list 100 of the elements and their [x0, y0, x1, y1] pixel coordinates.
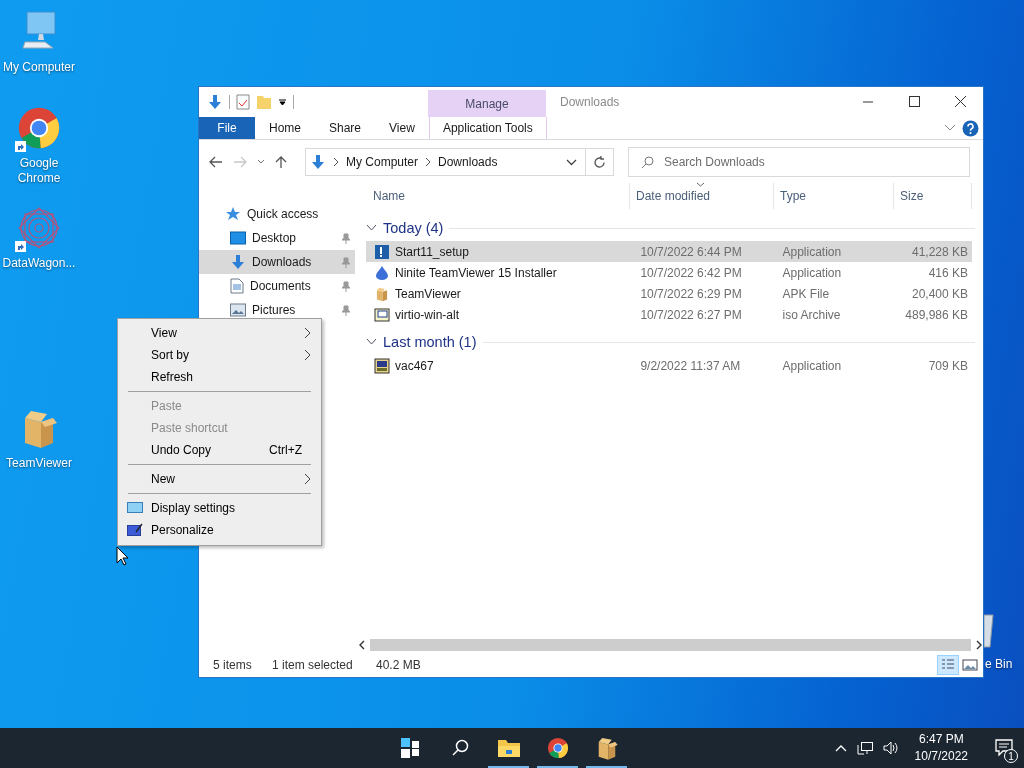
drop-icon	[374, 264, 390, 281]
properties-icon[interactable]	[236, 94, 250, 110]
table-cell-text: 10/7/2022 6:29 PM	[639, 286, 743, 301]
chevron-down-icon[interactable]	[566, 158, 577, 166]
start-icon[interactable]	[400, 738, 421, 758]
chrome-icon[interactable]	[17, 106, 61, 150]
chrome-icon[interactable]	[546, 737, 569, 759]
cursor-icon	[116, 546, 129, 566]
ribbon-tab[interactable]: Home	[255, 117, 315, 139]
horizontal-scrollbar[interactable]	[358, 638, 983, 652]
speaker-icon[interactable]	[882, 741, 899, 755]
program-icon	[374, 357, 390, 374]
box-icon	[374, 285, 390, 302]
download-arrow-icon[interactable]	[207, 93, 223, 111]
address-bar[interactable]: My Computer Downloads	[305, 148, 586, 176]
menu-item[interactable]: Sort by	[118, 344, 321, 366]
desktop-icon-label[interactable]: e Bin	[985, 657, 1013, 672]
download-arrow-icon	[230, 254, 246, 270]
ribbon-tab[interactable]: Application Tools	[428, 117, 547, 139]
nav-item[interactable]: Quick access	[199, 202, 355, 226]
chevron-down-icon[interactable]	[366, 224, 377, 232]
star-icon	[225, 206, 241, 222]
chevron-right-icon[interactable]	[424, 157, 433, 167]
menu-item[interactable]: Personalize	[118, 519, 321, 541]
notification-badge: 1	[1004, 749, 1018, 763]
status-text: 1 item selected	[272, 657, 354, 672]
menu-item[interactable]: View	[118, 322, 321, 344]
group-header[interactable]: Last month (1)	[383, 334, 477, 350]
picture-icon	[230, 303, 246, 317]
shortcut-text: Ctrl+Z	[269, 443, 302, 457]
menu-item[interactable]: Display settings	[118, 497, 321, 519]
table-cell-text: 489,986 KB	[904, 307, 969, 322]
window-title: Downloads	[560, 95, 621, 109]
file-row[interactable]: vac467 9/2/2022 11:37 AM Application 709 KB	[366, 355, 972, 376]
status-text: 5 items	[213, 657, 253, 672]
file-row[interactable]: Start11_setup 10/7/2022 6:44 PM Application 41,228 KB	[366, 241, 972, 262]
column-header[interactable]: Name	[358, 183, 630, 209]
refresh-button[interactable]	[586, 148, 614, 176]
network-icon[interactable]	[856, 741, 873, 755]
mandala-icon[interactable]	[17, 206, 61, 250]
menu-item[interactable]: Undo Copy Ctrl+Z	[118, 439, 321, 461]
file-row[interactable]: TeamViewer 10/7/2022 6:29 PM APK File 20,400 KB	[366, 283, 972, 304]
monitor-brush-icon	[126, 523, 143, 537]
contextual-tab-group: Manage	[428, 90, 546, 117]
menu-item[interactable]: New	[118, 468, 321, 490]
chevron-right-icon[interactable]	[332, 157, 340, 167]
help-icon[interactable]	[962, 119, 979, 137]
file-menu-button[interactable]: File	[199, 117, 255, 139]
scroll-right-icon[interactable]	[975, 640, 983, 650]
table-cell-text: Application	[781, 358, 843, 373]
refresh-icon	[593, 155, 606, 169]
up-arrow-icon[interactable]	[275, 155, 287, 169]
status-text: 40.2 MB	[376, 657, 421, 672]
document-icon	[230, 278, 244, 294]
installer-icon	[374, 243, 390, 260]
ribbon-tab[interactable]: View	[375, 117, 429, 139]
table-cell-text: Application	[781, 265, 843, 280]
download-arrow-icon	[310, 153, 326, 171]
column-header[interactable]: Type	[774, 183, 894, 209]
nav-item[interactable]: Downloads	[199, 250, 355, 274]
clock-time[interactable]: 6:47 PM	[918, 731, 964, 748]
search-icon[interactable]	[450, 739, 469, 757]
file-name: vac467	[395, 358, 434, 373]
dropdown-icon[interactable]	[278, 97, 287, 107]
file-row[interactable]: Ninite TeamViewer 15 Installer 10/7/2022 6:42 PM Application 416 KB	[366, 262, 972, 283]
chevron-down-icon[interactable]	[366, 338, 377, 346]
ribbon-tab[interactable]: Share	[315, 117, 376, 139]
scroll-left-icon[interactable]	[358, 640, 366, 650]
breadcrumb[interactable]: Downloads	[438, 155, 498, 169]
search-icon	[641, 155, 654, 169]
details-view-icon[interactable]	[937, 654, 959, 675]
nav-item[interactable]: Desktop	[199, 226, 355, 250]
file-name: Start11_setup	[395, 244, 469, 259]
table-cell-text: Application	[781, 244, 843, 259]
file-name: virtio-win-alt	[395, 307, 459, 322]
column-header[interactable]: Size	[894, 183, 972, 209]
breadcrumb[interactable]: My Computer	[346, 155, 419, 169]
menu-item[interactable]: Refresh	[118, 366, 321, 388]
monitor-icon	[126, 502, 143, 514]
nav-item[interactable]: Documents	[199, 274, 355, 298]
table-cell-text: 10/7/2022 6:42 PM	[639, 265, 743, 280]
file-row[interactable]: virtio-win-alt 10/7/2022 6:27 PM iso Archive 489,986 KB	[366, 304, 972, 325]
file-name: TeamViewer	[395, 286, 461, 301]
table-cell-text: 10/7/2022 6:27 PM	[639, 307, 743, 322]
group-header[interactable]: Today (4)	[383, 220, 444, 236]
file-name: Ninite TeamViewer 15 Installer	[395, 265, 557, 280]
recent-locations-icon[interactable]	[257, 159, 265, 165]
clock-date[interactable]: 10/7/2022	[914, 748, 968, 765]
search-field[interactable]: Search Downloads	[628, 147, 970, 177]
folder-icon[interactable]	[496, 738, 521, 758]
column-header[interactable]: Date modified	[630, 183, 774, 209]
chevron-up-icon[interactable]	[834, 744, 847, 752]
table-cell-text: 20,400 KB	[910, 286, 969, 301]
desktop-folder-icon	[230, 231, 246, 245]
table-cell-text: 41,228 KB	[910, 244, 969, 259]
back-arrow-icon[interactable]	[209, 156, 223, 168]
disc-image-icon	[374, 306, 390, 323]
nav-item[interactable]: Pictures	[199, 298, 355, 322]
table-cell-text: 416 KB	[927, 265, 969, 280]
table-cell-text: 9/2/2022 11:37 AM	[639, 358, 742, 373]
